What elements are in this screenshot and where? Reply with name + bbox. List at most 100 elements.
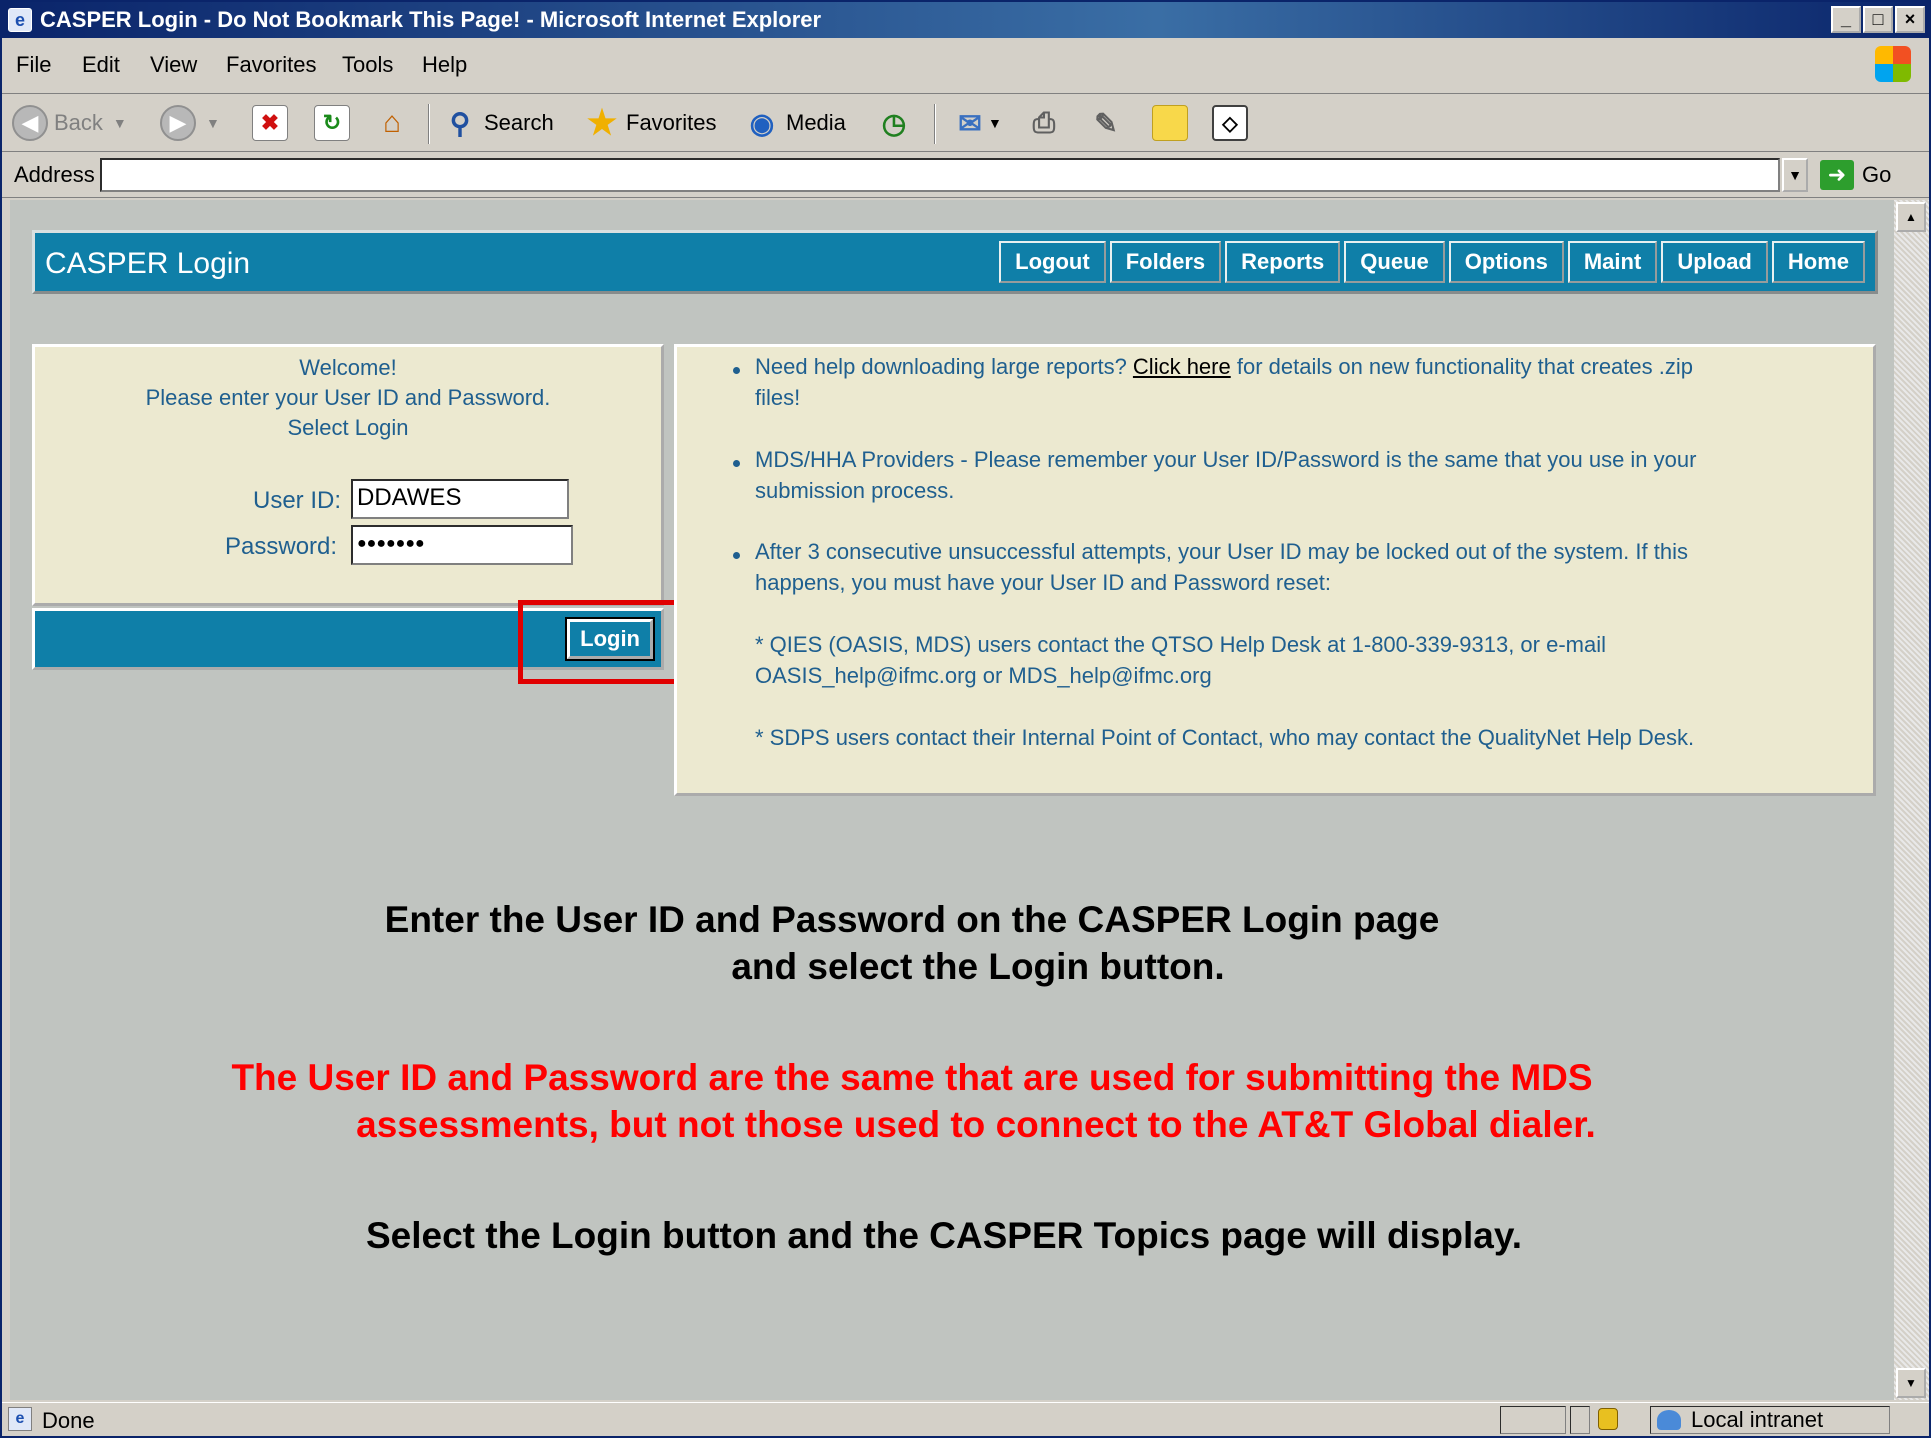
upload-button[interactable]: Upload [1661,241,1768,283]
search-label: Search [484,110,554,135]
security-zone: Local intranet [1650,1406,1890,1434]
media-label: Media [786,110,846,135]
address-input[interactable] [100,158,1780,192]
toolbar-separator [934,104,936,144]
menu-tools[interactable]: Tools [342,52,393,78]
media-button[interactable]: ◉ Media [744,102,846,144]
back-arrow-icon: ◀ [12,105,48,141]
info-bullet-1-post: for details on new functionality that cr… [1230,354,1693,379]
minimize-button[interactable]: _ [1831,6,1861,33]
select-login-text: Select Login [287,415,409,440]
home-nav-button[interactable]: Home [1771,241,1865,283]
userid-label: User ID: [253,487,342,514]
chevron-down-icon: ▼ [112,115,127,131]
info-bullet-1: Need help downloading large reports? Cli… [755,351,1693,382]
close-button[interactable]: × [1895,6,1925,33]
title-bar: e CASPER Login - Do Not Bookmark This Pa… [2,2,1929,38]
welcome-text: Welcome! [299,355,397,380]
password-input[interactable]: ●●●●●●● [351,525,573,565]
bullet [733,460,740,467]
address-label: Address [14,162,95,187]
maint-button[interactable]: Maint [1567,241,1658,283]
sdps-contact: * SDPS users contact their Internal Poin… [755,725,1695,750]
status-text: Done [42,1408,95,1433]
info-bullet-1-pre: Need help downloading large reports? [755,354,1133,379]
browser-window: e CASPER Login - Do Not Bookmark This Pa… [0,0,1931,1438]
address-dropdown-button[interactable]: ▼ [1782,158,1808,192]
menu-bar: File Edit View Favorites Tools Help [2,38,1929,94]
folders-button[interactable]: Folders [1109,241,1222,283]
logout-button[interactable]: Logout [999,241,1106,283]
instruction-line-2: and select the Login button. [731,946,1225,987]
window-controls: _ □ × [1831,6,1925,33]
scroll-down-icon[interactable]: ▼ [1896,1368,1926,1398]
vertical-scrollbar[interactable]: ▲ ▼ [1894,200,1929,1400]
mail-button[interactable]: ✉ ▼ [952,102,1002,144]
forward-button[interactable]: ▶ ▼ [160,102,220,144]
info-bullet-3-line1: After 3 consecutive unsuccessful attempt… [755,539,1688,564]
go-button[interactable]: Go [1862,162,1891,188]
favorites-label: Favorites [626,110,717,135]
qies-contact-line1: * QIES (OASIS, MDS) users contact the QT… [755,632,1606,657]
history-button[interactable]: ◷ [876,102,912,144]
refresh-icon: ↻ [314,105,350,141]
search-button[interactable]: ⚲ Search [442,102,554,144]
instruction-line-1: Enter the User ID and Password on the CA… [384,899,1440,940]
instruction-red-line-2: assessments, but not those used to conne… [356,1104,1596,1145]
edit-icon: ✎ [1094,107,1118,139]
status-bar: e Done Local intranet [2,1402,1929,1436]
options-button[interactable]: Options [1448,241,1564,283]
instruction-line-3: Select the Login button and the CASPER T… [365,1215,1522,1256]
login-button-highlight [518,600,688,684]
stop-button[interactable]: ✖ [252,102,288,144]
login-instruction: Please enter your User ID and Password. [145,385,551,410]
chevron-down-icon: ▼ [206,115,220,131]
home-icon: ⌂ [382,106,402,139]
chevron-down-icon: ▼ [988,115,1002,131]
login-panel: Welcome! Please enter your User ID and P… [32,344,664,606]
history-icon: ◷ [881,107,907,139]
menu-edit[interactable]: Edit [82,52,120,78]
print-icon: ⎙ [1032,106,1056,138]
info-bullet-1-line2: files! [755,385,801,410]
instruction-red-line-1: The User ID and Password are the same th… [231,1057,1593,1098]
mail-icon: ✉ [958,107,982,139]
back-label: Back [54,110,103,135]
discuss-button[interactable] [1152,102,1188,144]
favorites-button[interactable]: ★ Favorites [584,102,717,144]
forward-arrow-icon: ▶ [160,105,196,141]
qies-contact-line2: OASIS_help@ifmc.org or MDS_help@ifmc.org [755,663,1212,688]
status-cell [1570,1406,1590,1434]
intranet-icon [1657,1410,1681,1430]
maximize-button[interactable]: □ [1863,6,1893,33]
page-status-icon: e [8,1407,32,1431]
home-button[interactable]: ⌂ [374,102,410,144]
queue-button[interactable]: Queue [1344,241,1445,283]
go-arrow-icon[interactable]: ➜ [1820,160,1854,190]
menu-favorites[interactable]: Favorites [226,52,316,78]
page-title: CASPER Login [45,247,251,280]
menu-help[interactable]: Help [422,52,467,78]
search-icon: ⚲ [449,107,471,139]
reports-button[interactable]: Reports [1225,241,1341,283]
windows-logo-icon [1875,46,1911,82]
userid-input[interactable]: DDAWES [351,479,569,519]
edit-button[interactable]: ✎ [1088,102,1124,144]
star-icon: ★ [586,104,618,142]
info-bullet-2-line1: MDS/HHA Providers - Please remember your… [755,447,1697,472]
toolbar-separator [428,104,430,144]
discuss-icon [1152,105,1188,141]
click-here-link[interactable]: Click here [1133,354,1231,379]
info-bullet-3-line2: happens, you must have your User ID and … [755,570,1331,595]
scroll-up-icon[interactable]: ▲ [1896,202,1926,232]
media-icon: ◉ [749,107,775,139]
password-label: Password: [225,533,338,560]
back-button[interactable]: ◀ Back ▼ [12,102,127,144]
menu-file[interactable]: File [16,52,51,78]
address-bar: Address ▼ ➜ Go [2,152,1929,198]
refresh-button[interactable]: ↻ [314,102,350,144]
messenger-button[interactable]: ◇ [1212,102,1248,144]
print-button[interactable]: ⎙ [1026,102,1062,144]
lock-icon [1598,1408,1618,1430]
menu-view[interactable]: View [150,52,197,78]
